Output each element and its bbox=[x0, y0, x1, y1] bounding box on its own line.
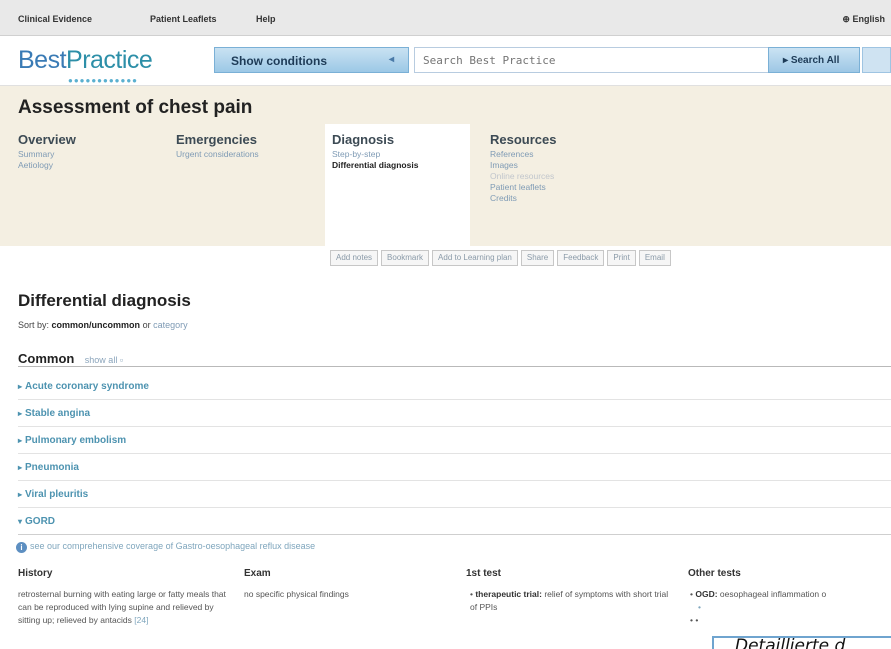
nav-item-urgent-considerations[interactable]: Urgent considerations bbox=[176, 149, 326, 160]
reference-link[interactable]: [24] bbox=[134, 615, 148, 625]
column-header-first-test: 1st test bbox=[466, 568, 502, 579]
nav-item-images[interactable]: Images bbox=[490, 160, 640, 171]
condition-name[interactable]: Acute coronary syndrome bbox=[25, 381, 149, 392]
search-all-button[interactable]: ▸ Search All bbox=[768, 47, 860, 73]
differential-diagnosis-title: Differential diagnosis bbox=[18, 291, 191, 310]
logo-text-practice: Practice bbox=[66, 46, 153, 74]
sort-category-link[interactable]: category bbox=[153, 320, 188, 330]
info-icon: i bbox=[16, 542, 27, 553]
share-button[interactable]: Share bbox=[520, 250, 555, 266]
common-section-label: Common bbox=[18, 351, 75, 366]
condition-name[interactable]: Pulmonary embolism bbox=[25, 435, 126, 446]
email-button[interactable]: Email bbox=[638, 250, 671, 266]
column-header-other-tests: Other tests bbox=[688, 568, 741, 579]
add-notes-button[interactable]: Add notes bbox=[330, 250, 379, 266]
top-utility-bar: Clinical Evidence Patient Leaflets Help … bbox=[0, 0, 891, 36]
sort-by-label: Sort by: bbox=[18, 320, 50, 330]
condition-name[interactable]: GORD bbox=[25, 516, 55, 527]
expand-arrow-icon: ▸ bbox=[18, 436, 23, 445]
arrow-right-icon: ▸ bbox=[783, 55, 789, 66]
sort-by: Sort by: common/uncommon or category bbox=[18, 320, 188, 330]
collapse-arrow-icon: ▾ bbox=[18, 517, 23, 526]
expand-arrow-icon: ▸ bbox=[18, 382, 23, 391]
list-item[interactable]: ▸ Viral pleuritis bbox=[18, 482, 891, 508]
language-selector[interactable]: ⊕ English bbox=[842, 14, 885, 25]
language-label: English bbox=[852, 14, 885, 24]
expand-arrow-icon: ▸ bbox=[18, 463, 23, 472]
bookmark-button[interactable]: Bookmark bbox=[381, 250, 430, 266]
first-test-cell: • therapeutic trial: relief of symptoms … bbox=[470, 589, 669, 612]
nav-overview-heading[interactable]: Overview bbox=[18, 132, 168, 147]
exam-cell: no specific physical findings bbox=[244, 589, 349, 599]
history-text: retrosternal burning with eating large o… bbox=[18, 589, 226, 625]
show-conditions-label: Show conditions bbox=[231, 54, 327, 68]
show-conditions-button[interactable]: Show conditions ◂ bbox=[214, 47, 409, 73]
nav-item-references[interactable]: References bbox=[490, 149, 640, 160]
page-title: Assessment of chest pain bbox=[18, 97, 253, 118]
list-item[interactable]: ▸ Pulmonary embolism bbox=[18, 428, 891, 454]
caption-overlay-text: Detaillierte d bbox=[735, 636, 846, 649]
coverage-note-text[interactable]: see our comprehensive coverage of Gastro… bbox=[30, 541, 315, 551]
print-button[interactable]: Print bbox=[607, 250, 636, 266]
logo-text-best: Best bbox=[18, 46, 67, 74]
nav-emergencies: Emergencies Urgent considerations bbox=[176, 124, 326, 246]
nav-resources: Resources References Images Online resou… bbox=[490, 124, 640, 246]
common-section-header: Common show all ▫ bbox=[18, 350, 891, 367]
condition-name[interactable]: Pneumonia bbox=[25, 462, 79, 473]
nav-emergencies-heading[interactable]: Emergencies bbox=[176, 132, 326, 147]
search-input[interactable] bbox=[414, 47, 770, 73]
site-header: BestPractice ●●●●●●●●●●●● Show condition… bbox=[0, 36, 891, 86]
clinical-evidence-link[interactable]: Clinical Evidence bbox=[18, 14, 92, 24]
section-nav: Overview Summary Aetiology Emergencies U… bbox=[0, 124, 891, 246]
nav-item-step-by-step[interactable]: Step-by-step bbox=[332, 149, 470, 160]
help-link[interactable]: Help bbox=[256, 14, 276, 24]
other-tests-cell: • OGD: oesophageal inflammation o • • • bbox=[690, 589, 827, 625]
condition-name[interactable]: Stable angina bbox=[25, 408, 90, 419]
show-all-link[interactable]: show all ▫ bbox=[85, 355, 123, 365]
list-item[interactable]: ▸ Acute coronary syndrome bbox=[18, 374, 891, 400]
nav-item-differential-diagnosis[interactable]: Differential diagnosis bbox=[332, 160, 470, 171]
nav-diagnosis: Diagnosis Step-by-step Differential diag… bbox=[325, 124, 470, 246]
search-all-label: Search All bbox=[790, 55, 840, 66]
coverage-note[interactable]: i see our comprehensive coverage of Gastr… bbox=[16, 541, 315, 553]
bestpractice-logo[interactable]: BestPractice bbox=[18, 46, 153, 75]
nav-item-patient-leaflets[interactable]: Patient leaflets bbox=[490, 182, 640, 193]
page-toolbar: Add notes Bookmark Add to Learning plan Sha… bbox=[330, 250, 674, 266]
list-item[interactable]: ▸ Stable angina bbox=[18, 401, 891, 427]
globe-icon: ⊕ bbox=[842, 14, 850, 24]
search-extra-button[interactable] bbox=[862, 47, 891, 73]
nav-overview: Overview Summary Aetiology bbox=[18, 124, 168, 246]
sort-or-text: or bbox=[142, 320, 151, 330]
nav-item-aetiology[interactable]: Aetiology bbox=[18, 160, 168, 171]
nav-item-online-resources: Online resources bbox=[490, 171, 555, 181]
expand-icon: ▫ bbox=[119, 355, 124, 365]
list-item-expanded[interactable]: ▾ GORD bbox=[18, 509, 891, 535]
show-all-label: show all bbox=[84, 355, 118, 365]
list-item[interactable]: ▸ Pneumonia bbox=[18, 455, 891, 481]
nav-diagnosis-heading[interactable]: Diagnosis bbox=[332, 132, 470, 147]
expand-arrow-icon: ▸ bbox=[18, 409, 23, 418]
bullet-icon: • • bbox=[690, 615, 699, 625]
other-test-text: oesophageal inflammation o bbox=[719, 589, 827, 599]
column-header-history: History bbox=[18, 568, 53, 579]
history-cell: retrosternal burning with eating large o… bbox=[18, 588, 236, 627]
patient-leaflets-link[interactable]: Patient Leaflets bbox=[150, 14, 217, 24]
nav-item-summary[interactable]: Summary bbox=[18, 149, 168, 160]
add-to-learning-plan-button[interactable]: Add to Learning plan bbox=[432, 250, 518, 266]
arrow-left-icon: ◂ bbox=[388, 54, 394, 65]
nav-item-credits[interactable]: Credits bbox=[490, 193, 640, 204]
sort-current: common/uncommon bbox=[51, 320, 141, 330]
column-header-exam: Exam bbox=[244, 568, 271, 579]
condition-name[interactable]: Viral pleuritis bbox=[25, 489, 88, 500]
first-test-label: therapeutic trial: bbox=[475, 589, 542, 599]
bullet-icon: • bbox=[698, 602, 701, 612]
other-test-label: OGD: bbox=[695, 589, 718, 599]
expand-arrow-icon: ▸ bbox=[18, 490, 23, 499]
feedback-button[interactable]: Feedback bbox=[557, 250, 605, 266]
nav-resources-heading[interactable]: Resources bbox=[490, 132, 640, 147]
logo-dots-decoration: ●●●●●●●●●●●● bbox=[68, 76, 138, 85]
